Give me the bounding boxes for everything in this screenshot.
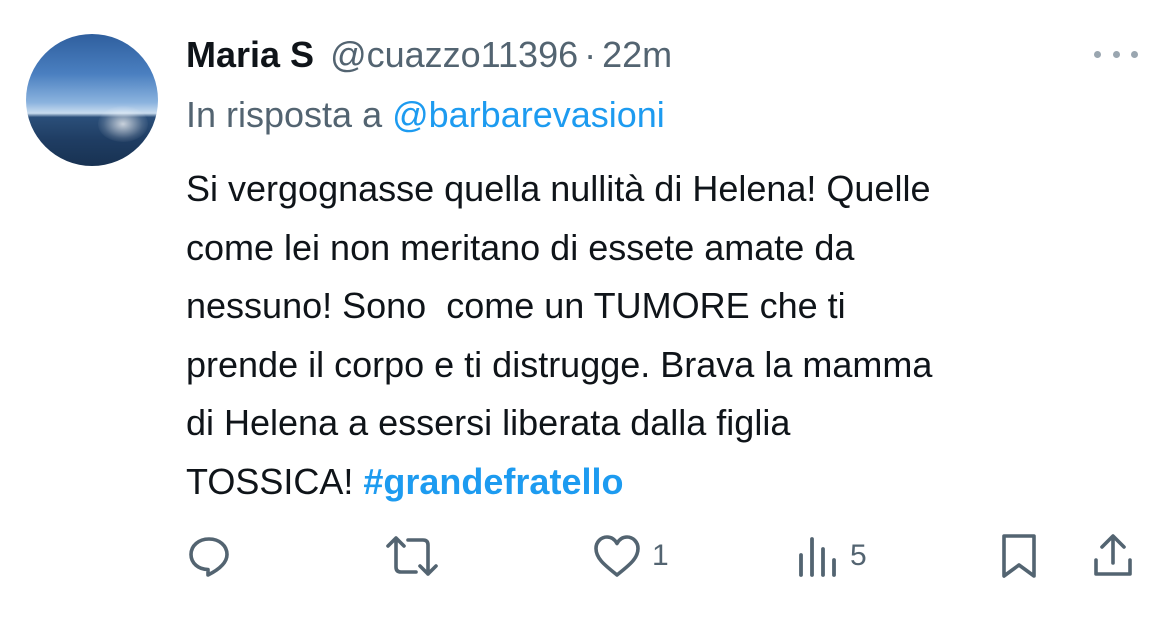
reply-button[interactable] bbox=[186, 528, 232, 584]
like-button[interactable]: 1 bbox=[592, 528, 669, 584]
bookmark-icon bbox=[1002, 534, 1036, 578]
retweet-button[interactable] bbox=[384, 528, 440, 584]
views-count: 5 bbox=[850, 539, 867, 572]
reply-context: In risposta a @barbarevasioni bbox=[186, 90, 665, 140]
reply-prefix: In risposta a bbox=[186, 94, 383, 135]
avatar-sea-glare bbox=[98, 106, 148, 142]
reply-mention-link[interactable]: @barbarevasioni bbox=[392, 94, 665, 136]
author-handle[interactable]: @cuazzo11396 bbox=[330, 34, 578, 76]
share-button[interactable] bbox=[1090, 528, 1136, 584]
tweet-text-last-line: TOSSICA! #grandefratello bbox=[186, 453, 1146, 512]
tweet-text: Si vergognasse quella nullità di Helena!… bbox=[186, 160, 1146, 511]
tweet-text-line: TOSSICA! bbox=[186, 460, 364, 502]
separator-dot: · bbox=[584, 34, 597, 75]
tweet-text-line: di Helena a essersi liberata dalla figli… bbox=[186, 402, 791, 443]
tweet-text-line: prende il corpo e ti distrugge. Brava la… bbox=[186, 343, 933, 385]
author-name[interactable]: Maria S bbox=[186, 34, 314, 76]
tweet-card[interactable]: Maria S @cuazzo11396 · 22m In risposta a… bbox=[0, 0, 1170, 639]
views-icon bbox=[799, 537, 836, 577]
views-button[interactable]: 5 bbox=[796, 528, 867, 584]
more-options-icon[interactable] bbox=[1094, 36, 1138, 72]
like-count: 1 bbox=[652, 539, 669, 572]
more-dot bbox=[1131, 50, 1138, 58]
heart-icon bbox=[594, 535, 640, 577]
tweet-text-line: come lei non meritano di essete amate da bbox=[186, 226, 855, 268]
more-dot bbox=[1112, 50, 1120, 58]
hashtag-link[interactable]: #grandefratello bbox=[363, 461, 623, 502]
share-icon bbox=[1094, 534, 1132, 576]
tweet-text-line: nessuno! Sono come un TUMORE che ti bbox=[186, 285, 846, 326]
tweet-header: Maria S @cuazzo11396 · 22m bbox=[186, 30, 672, 80]
reply-icon bbox=[189, 537, 229, 577]
more-dot bbox=[1094, 50, 1101, 58]
retweet-icon bbox=[386, 536, 438, 576]
action-bar: 1 5 bbox=[0, 528, 1170, 584]
avatar[interactable] bbox=[26, 34, 158, 166]
tweet-text-line: Si vergognasse quella nullità di Helena!… bbox=[186, 168, 931, 209]
tweet-timestamp[interactable]: 22m bbox=[602, 34, 672, 76]
bookmark-button[interactable] bbox=[998, 528, 1040, 584]
